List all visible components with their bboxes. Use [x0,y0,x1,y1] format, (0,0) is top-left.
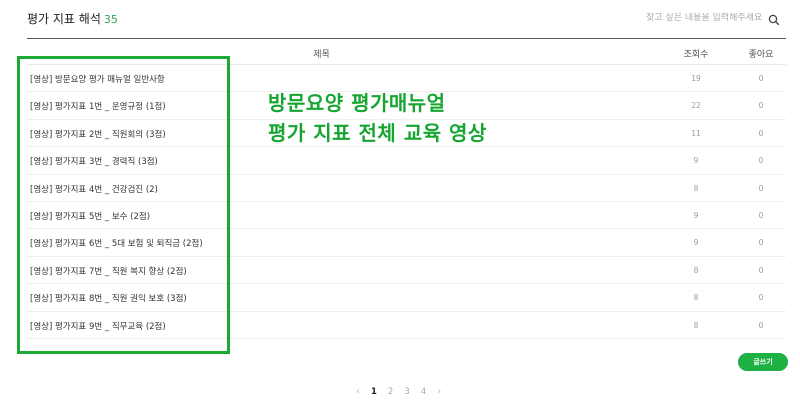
table-row[interactable]: [영상] 평가지표 8번 _ 직원 권익 보호 (3점) 8 0 [27,284,786,312]
post-title-link[interactable]: [영상] 평가지표 1번 _ 운영규정 (1점) [30,100,166,112]
view-count: 8 [693,183,699,193]
search-bar [646,8,786,28]
column-header-likes: 좋아요 [748,50,774,60]
post-title-link[interactable]: [영상] 평가지표 2번 _ 직원회의 (3점) [30,128,166,140]
post-count-badge: 35 [103,13,118,26]
like-count: 0 [758,183,764,193]
pagination: ‹ 1 2 3 4 › [356,386,441,397]
column-header-title: 제목 [313,50,330,60]
write-post-button[interactable]: 글쓰기 [738,353,788,371]
like-count: 0 [758,101,764,111]
search-input[interactable] [646,13,768,23]
board-title-text: 평가 지표 해석 [27,12,101,26]
table-row[interactable]: [영상] 평가지표 5번 _ 보수 (2점) 9 0 [27,202,786,230]
page-number[interactable]: 3 [404,387,409,397]
chevron-right-icon[interactable]: › [437,386,441,397]
post-title-link[interactable]: [영상] 평가지표 7번 _ 직원 복지 향상 (2점) [30,265,187,277]
page-number-list: 1 2 3 4 [371,387,426,397]
page-number[interactable]: 1 [371,387,377,397]
table-row[interactable]: [영상] 평가지표 3번 _ 경력직 (3점) 9 0 [27,147,786,175]
table-row[interactable]: [영상] 평가지표 7번 _ 직원 복지 향상 (2점) 8 0 [27,257,786,285]
like-count: 0 [758,293,764,303]
board-header: 평가 지표 해석 35 [27,8,786,30]
view-count: 22 [691,101,701,111]
like-count: 0 [758,156,764,166]
view-count: 8 [693,265,699,275]
view-count: 9 [693,156,699,166]
post-title-link[interactable]: [영상] 평가지표 8번 _ 직원 권익 보호 (3점) [30,292,187,304]
post-title-link[interactable]: [영상] 평가지표 4번 _ 건강검진 (2) [30,183,158,195]
like-count: 0 [758,210,764,220]
like-count: 0 [758,128,764,138]
table-row[interactable]: [영상] 평가지표 4번 _ 건강검진 (2) 8 0 [27,175,786,202]
column-header-views: 조회수 [683,50,709,60]
like-count: 0 [758,74,764,83]
like-count: 0 [758,238,764,248]
view-count: 9 [693,210,699,220]
overlay-caption: 방문요양 평가매뉴얼 평가 지표 전체 교육 영상 [268,88,487,148]
table-header: 제목 조회수 좋아요 [27,39,786,65]
table-row[interactable]: [영상] 평가지표 6번 _ 5대 보험 및 퇴직금 (2점) 9 0 [27,229,786,257]
search-icon[interactable] [768,11,782,26]
post-title-link[interactable]: [영상] 평가지표 5번 _ 보수 (2점) [30,210,150,222]
view-count: 8 [693,293,699,303]
chevron-left-icon[interactable]: ‹ [356,386,360,397]
post-title-link[interactable]: [영상] 방문요양 평가 매뉴얼 일반사항 [30,73,165,85]
post-title-link[interactable]: [영상] 평가지표 6번 _ 5대 보험 및 퇴직금 (2점) [30,237,203,249]
view-count: 9 [693,238,699,248]
view-count: 8 [693,320,699,330]
like-count: 0 [758,265,764,275]
view-count: 11 [691,128,701,138]
page-number[interactable]: 2 [388,387,393,397]
like-count: 0 [758,320,764,330]
post-title-link[interactable]: [영상] 평가지표 9번 _ 직무교육 (2점) [30,320,166,332]
overlay-line-1: 방문요양 평가매뉴얼 [268,91,446,115]
table-row[interactable]: [영상] 평가지표 9번 _ 직무교육 (2점) 8 0 [27,312,786,339]
page-number[interactable]: 4 [421,387,426,397]
overlay-line-2: 평가 지표 전체 교육 영상 [268,121,487,145]
page-title: 평가 지표 해석 35 [27,10,118,27]
post-title-link[interactable]: [영상] 평가지표 3번 _ 경력직 (3점) [30,155,158,167]
view-count: 19 [691,74,701,83]
